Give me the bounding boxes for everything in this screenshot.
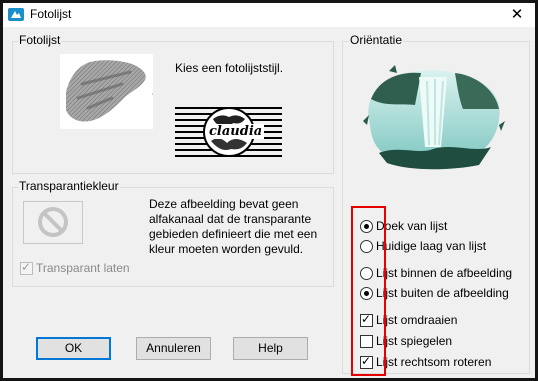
orientation-group-label: Oriëntatie (349, 33, 404, 47)
transparency-group-label: Transparantiekleur (18, 179, 120, 193)
flip-frame-label: Lijst omdraaien (376, 313, 458, 327)
window-title: Fotolijst (30, 7, 72, 21)
app-icon (8, 7, 24, 22)
rotate-frame-clockwise-label: Lijst rechtsom roteren (376, 355, 492, 369)
radio-frame-outside-image-label: Lijst buiten de afbeelding (376, 286, 509, 300)
radio-current-layer-of-frame-label: Huidige laag van lijst (376, 239, 487, 253)
close-icon[interactable]: ✕ (507, 5, 527, 25)
dialog-window: Fotolijst ✕ Fotolijst Kies een fotolijst… (0, 0, 538, 381)
transparency-description-line1: Deze afbeelding bevat geen (149, 197, 299, 211)
transparency-color-swatch[interactable] (23, 201, 83, 244)
transparency-description-line3: gebieden definieert die met een (149, 227, 318, 241)
radio-frame-inside-image-label: Lijst binnen de afbeelding (376, 266, 513, 280)
checkmark-icon: ✓ (21, 259, 32, 274)
frame-style-text: claudia (207, 124, 265, 139)
annotation-highlight-box (351, 206, 386, 376)
frame-group-label: Fotolijst (18, 33, 62, 47)
transparency-description-line2: alfakanaal dat de transparante (149, 212, 312, 226)
keep-transparent-label: Transparant laten (36, 261, 130, 275)
frame-style-thumbnail[interactable]: claudia (175, 105, 282, 159)
title-bar: Fotolijst ✕ (3, 3, 535, 27)
keep-transparent-box[interactable]: ✓ (20, 259, 33, 275)
cancel-button[interactable]: Annuleren (136, 337, 211, 360)
frame-preview (60, 54, 153, 129)
transparency-description-line4: kleur moeten worden gevuld. (149, 242, 304, 256)
keep-transparent-checkbox[interactable]: ✓ Transparant laten (20, 259, 130, 275)
ok-button[interactable]: OK (36, 337, 111, 360)
help-button[interactable]: Help (233, 337, 308, 360)
radio-canvas-of-frame-label: Doek van lijst (376, 219, 448, 233)
orientation-preview-image (359, 59, 507, 174)
mirror-frame-label: Lijst spiegelen (376, 334, 453, 348)
frame-instruction: Kies een fotolijststijl. (175, 61, 284, 75)
